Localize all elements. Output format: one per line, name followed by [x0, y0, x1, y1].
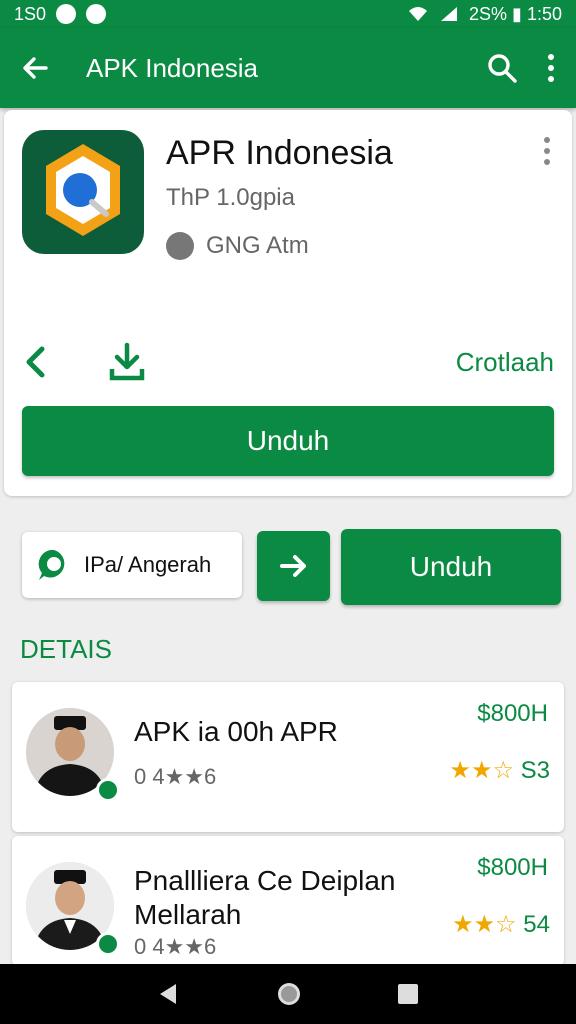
- app-bar-actions: [486, 52, 556, 84]
- status-bar: 1S0 2S% ▮ 1:50: [0, 0, 576, 28]
- status-right: 2S% ▮ 1:50: [407, 4, 562, 25]
- item-title: Pnallliera Ce Deiplan Mellarah: [134, 865, 396, 930]
- back-arrow-icon[interactable]: [20, 53, 50, 83]
- app-detail-card: APR Indonesia ThP 1.0gpia GNG Atm Crotla…: [4, 110, 572, 496]
- signal-icon: [441, 7, 458, 21]
- rating-value: S3: [520, 757, 550, 784]
- avatar: [26, 862, 120, 956]
- secondary-download-button[interactable]: Unduh: [341, 529, 561, 605]
- item-rating: ★★☆ 54: [452, 910, 550, 939]
- verified-badge-icon: [96, 932, 120, 956]
- download-icon[interactable]: [108, 342, 146, 382]
- category-icon: [166, 232, 194, 260]
- item-price: $800H: [477, 854, 548, 881]
- more-vert-icon[interactable]: [546, 53, 556, 83]
- status-time: 1S0: [14, 3, 47, 24]
- chevron-left-icon[interactable]: [22, 344, 50, 380]
- section-title: DETAIS: [20, 634, 112, 664]
- list-item[interactable]: Pnallliera Ce Deiplan Mellarah 0 4★★6 $8…: [12, 836, 564, 966]
- chip-button[interactable]: IPa/ Angerah: [22, 532, 242, 598]
- status-left: 1S0: [14, 3, 107, 25]
- verified-badge-icon: [96, 778, 120, 802]
- arrow-button[interactable]: [257, 531, 330, 601]
- nav-back-icon[interactable]: [156, 981, 182, 1007]
- notification-icon: [56, 4, 77, 24]
- notification-icon: [86, 4, 107, 24]
- app-bar-title: APK Indonesia: [86, 52, 259, 83]
- action-link[interactable]: Crotlaah: [456, 347, 554, 378]
- app-action-row: Crotlaah: [22, 340, 554, 384]
- chip-label: IPa/ Angerah: [84, 552, 212, 577]
- wifi-icon: [409, 7, 428, 21]
- item-subtitle: 0 4★★6: [134, 934, 217, 959]
- item-price: $800H: [477, 700, 548, 727]
- nav-home-icon[interactable]: [275, 980, 303, 1008]
- install-button[interactable]: Unduh: [22, 406, 554, 476]
- app-meta: GNG Atm: [166, 232, 309, 260]
- item-rating: ★★☆ S3: [449, 756, 550, 785]
- nav-recents-icon[interactable]: [396, 982, 420, 1006]
- app-meta-text: GNG Atm: [206, 232, 309, 259]
- chat-bubble-icon: [38, 549, 65, 580]
- hexagon-logo-icon: [46, 144, 120, 236]
- avatar: [26, 708, 120, 802]
- system-nav-bar: [0, 964, 576, 1024]
- item-title: APK ia 00h APR: [134, 716, 338, 747]
- search-icon[interactable]: [486, 52, 518, 84]
- item-subtitle: 0 4★★6: [134, 764, 217, 789]
- card-more-icon[interactable]: [542, 136, 552, 166]
- app-developer: ThP 1.0gpia: [166, 184, 295, 211]
- rating-stars: ★★☆: [449, 757, 514, 784]
- list-item[interactable]: APK ia 00h APR 0 4★★6 $800H ★★☆ S3: [12, 682, 564, 832]
- app-logo: [22, 130, 144, 254]
- arrow-right-icon: [279, 555, 306, 577]
- app-bar: APK Indonesia: [0, 28, 576, 108]
- battery-status: 2S% ▮ 1:50: [469, 3, 562, 24]
- app-name: APR Indonesia: [166, 134, 393, 172]
- rating-value: 54: [523, 911, 550, 938]
- rating-stars: ★★☆: [452, 911, 517, 938]
